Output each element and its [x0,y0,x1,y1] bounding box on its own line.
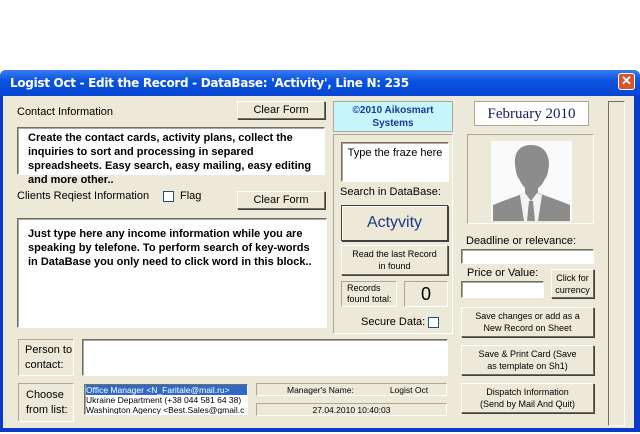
clear-request-button[interactable]: Clear Form [237,191,325,209]
request-info-label: Clients Reqiest Information [17,190,150,202]
contact-info-label: Contact Information [17,106,113,118]
window-title: Logist Oct - Edit the Record - DataBase:… [10,76,409,90]
manager-value: Logist Oct [389,384,429,395]
price-input[interactable] [461,281,544,298]
save-changes-button[interactable]: Save changes or add as a New Record on S… [461,307,594,337]
datetime-display: 27.04.2010 10:40:03 [256,403,447,416]
deadline-label: Deadline or relevance: [466,235,577,247]
copyright-banner: ©2010 Aikosmart Systems [333,101,453,132]
manager-status: Manager's Name: Logist Oct [256,383,447,396]
deadline-input[interactable] [461,249,594,264]
secure-data-label: Secure Data: [361,316,426,328]
vertical-scrollbar[interactable] [608,101,625,426]
manager-label: Manager's Name: [287,384,354,395]
records-count: 0 [404,281,448,307]
save-print-button[interactable]: Save & Print Card (Save as template on S… [461,345,594,375]
list-item[interactable]: Ukraine Department (+38 044 581 64 38) [86,395,247,405]
read-last-record-button[interactable]: Read the last Record in found [341,245,448,275]
database-button[interactable]: Actyvity [341,205,448,241]
person-silhouette-icon[interactable] [491,141,572,221]
dispatch-button[interactable]: Dispatch Information (Send by Mail And Q… [461,383,594,413]
list-item[interactable]: Washington Agency <Best.Sales@gmail.c [86,405,247,414]
search-input[interactable]: Type the fraze here [341,142,449,182]
person-label: Person to contact: [18,339,74,376]
clear-contact-button[interactable]: Clear Form [237,101,325,119]
choose-label: Choose from list: [18,383,74,422]
currency-button[interactable]: Click for currency [551,269,594,298]
records-found-label: Records found total: [341,281,397,307]
month-display: February 2010 [474,101,589,126]
secure-data-checkbox[interactable] [428,317,439,328]
contact-textarea[interactable]: Create the contact cards, activity plans… [17,127,325,186]
search-label: Search in DataBase: [340,186,441,198]
flag-checkbox[interactable] [163,191,174,202]
flag-label: Flag [180,190,202,202]
close-icon[interactable]: ✕ [618,73,635,90]
request-textarea[interactable]: Just type here any income information wh… [17,218,327,328]
price-label: Price or Value: [467,267,539,279]
list-item[interactable]: Office Manager <N_Faritale@mail.ru> [86,385,247,395]
contact-listbox[interactable]: Office Manager <N_Faritale@mail.ru> Ukra… [84,384,248,415]
person-input[interactable] [82,339,448,376]
